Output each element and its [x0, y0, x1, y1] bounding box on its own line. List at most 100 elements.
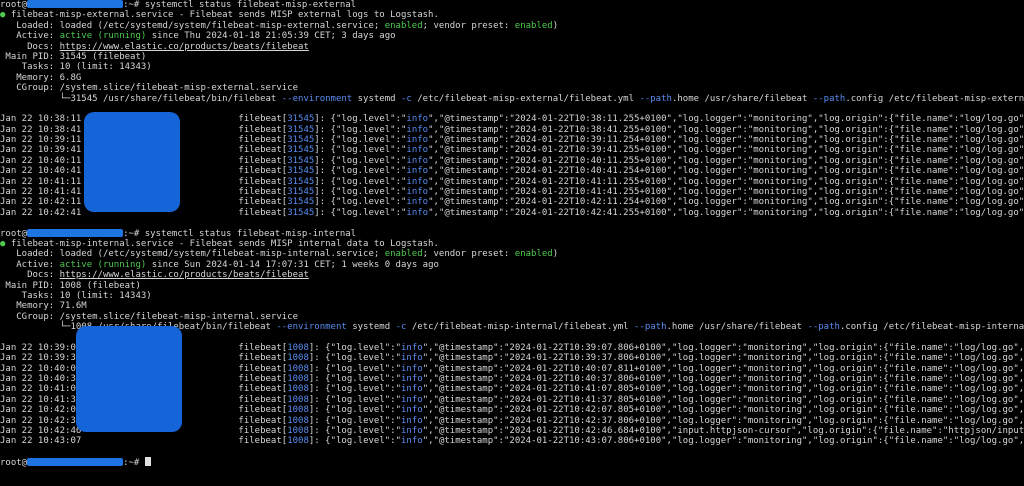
log-pid: 1008: [287, 342, 309, 353]
log-timestamp: 2024-01-22T10:38:41.255+0100: [514, 124, 667, 135]
log-time: Jan 22 10:40:07: [0, 363, 82, 374]
log-timestamp: 2024-01-22T10:40:07.811+0100: [509, 363, 662, 374]
log-rest: "log.logger":"monitoring","log.origin":{…: [677, 166, 1024, 177]
log-rest: "log.logger":"monitoring","log.origin":{…: [671, 374, 1024, 385]
log-timestamp: 2024-01-22T10:41:41.255+0100: [514, 187, 667, 198]
log-process: filebeat: [238, 394, 282, 405]
redacted-host-space: [81, 436, 238, 446]
log-key: ]: {"log.level":": [308, 374, 402, 385]
log-pid: 1008: [287, 426, 309, 437]
enabled-state: enabled: [384, 20, 423, 31]
prompt-user: root@: [0, 228, 28, 239]
log-pid: 1008: [287, 353, 309, 364]
docs-label: Docs:: [0, 41, 60, 52]
log-pid: 31545: [287, 166, 315, 177]
log-time: Jan 22 10:41:37: [0, 394, 82, 405]
log-time: Jan 22 10:39:11: [0, 135, 82, 146]
log-key: ","@timestamp":": [422, 415, 510, 426]
shell-prompt: root@ :~# systemctl status filebeat-misp-…: [0, 228, 1024, 239]
log-process: filebeat: [238, 124, 282, 135]
log-process: filebeat: [238, 415, 282, 426]
loaded-line: Loaded: loaded (/etc/systemd/system/file…: [0, 249, 1024, 259]
log-level-value: info: [406, 114, 429, 125]
cmd-arg: systemd: [346, 322, 396, 333]
active-since: since Sun 2024-01-14 17:07:31 CET; 1 wee…: [146, 259, 439, 270]
log-timestamp: 2024-01-22T10:40:11.255+0100: [514, 155, 667, 166]
log-key: ","@timestamp":": [422, 363, 510, 374]
log-timestamp: 2024-01-22T10:42:11.254+0100: [514, 197, 667, 208]
log-rest: "log.logger":"monitoring","log.origin":{…: [677, 187, 1024, 198]
log-pid: 1008: [287, 405, 309, 416]
cgroup: CGroup: /system.slice/filebeat-misp-inte…: [0, 311, 299, 322]
cmd-flag: --path: [634, 322, 667, 333]
log-rest: "log.logger":"monitoring","log.origin":{…: [677, 176, 1024, 187]
loaded-line: Loaded: loaded (/etc/systemd/system/file…: [0, 21, 1024, 31]
active-label: Active:: [0, 259, 60, 270]
log-timestamp: 2024-01-22T10:42:41.255+0100: [514, 207, 667, 218]
log-timestamp: 2024-01-22T10:41:07.805+0100: [509, 384, 662, 395]
cgroup: CGroup: /system.slice/filebeat-misp-exte…: [0, 83, 299, 94]
log-level-value: info: [401, 384, 423, 395]
log-pid: 31545: [287, 124, 315, 135]
log-rest: "log.logger":"monitoring","log.origin":{…: [671, 384, 1024, 395]
text-cursor[interactable]: [144, 457, 151, 467]
log-pid: 31545: [287, 197, 315, 208]
prompt-command: :~# systemctl status filebeat-misp-inter…: [123, 228, 357, 239]
log-rest: "log.logger":"monitoring","log.origin":{…: [677, 207, 1024, 218]
log-key: ]: {"log.level":": [314, 187, 407, 198]
active-line: Active: active (running) since Sun 2024-…: [0, 260, 1024, 270]
log-level-value: info: [406, 187, 429, 198]
log-time: Jan 22 10:40:11: [0, 155, 82, 166]
log-time: Jan 22 10:41:11: [0, 176, 82, 187]
log-level-value: info: [406, 135, 429, 146]
redaction-overlay: [76, 326, 182, 432]
log-key: ","@timestamp":": [422, 436, 510, 447]
log-pid: 31545: [287, 176, 315, 187]
log-process: filebeat: [238, 374, 282, 385]
log-time: Jan 22 10:39:07: [0, 342, 82, 353]
terminal-window[interactable]: root@ :~# systemctl status filebeat-misp-…: [0, 0, 1024, 486]
log-sep: ",: [661, 384, 672, 395]
mainpid-line: Main PID: 1008 (filebeat): [0, 281, 1024, 291]
log-rest: "log.logger":"monitoring","log.origin":{…: [671, 436, 1024, 447]
log-rest: "log.logger":"monitoring","log.origin":{…: [677, 155, 1024, 166]
log-key: ]: {"log.level":": [314, 145, 407, 156]
loaded-label: Loaded: loaded (/etc/systemd/system/file…: [0, 20, 385, 31]
vendor-preset-label: ; vendor preset:: [422, 249, 515, 260]
log-timestamp: 2024-01-22T10:40:41.254+0100: [514, 166, 667, 177]
cmd-flag: --environment: [281, 93, 353, 104]
log-key: ]: {"log.level":": [314, 114, 407, 125]
process-tree-line: └─31545 /usr/share/filebeat/bin/filebeat…: [0, 94, 1024, 104]
cmd-arg: systemd: [352, 93, 401, 104]
docs-label: Docs:: [0, 270, 60, 281]
log-rest: "log.logger":"monitoring","log.origin":{…: [677, 124, 1024, 135]
log-key: ","@timestamp":": [422, 394, 510, 405]
log-process: filebeat: [238, 353, 282, 364]
log-key: ","@timestamp":": [422, 384, 510, 395]
cmd-flag: --path: [812, 93, 846, 104]
log-process: filebeat: [238, 363, 282, 374]
log-process: filebeat: [238, 145, 282, 156]
log-pid: 1008: [287, 394, 309, 405]
log-key: ","@timestamp":": [428, 135, 515, 146]
log-timestamp: 2024-01-22T10:42:46.684+0100: [509, 426, 662, 437]
redaction-overlay: [84, 112, 180, 212]
log-time: Jan 22 10:41:07: [0, 384, 82, 395]
log-level-value: info: [401, 342, 423, 353]
log-time: Jan 22 10:38:41: [0, 124, 82, 135]
log-rest: "input.httpjson-cursor","log.origin":{"f…: [671, 426, 1024, 437]
log-key: ]: {"log.level":": [308, 384, 402, 395]
log-timestamp: 2024-01-22T10:38:11.255+0100: [514, 114, 667, 125]
log-level-value: info: [406, 207, 429, 218]
log-sep: ",: [666, 176, 678, 187]
log-key: ","@timestamp":": [428, 145, 515, 156]
log-time: Jan 22 10:42:41: [0, 207, 82, 218]
log-key: ","@timestamp":": [428, 155, 515, 166]
tasks-line: Tasks: 10 (limit: 14343): [0, 291, 1024, 301]
paren-close: ): [552, 249, 559, 260]
redacted-hostname: [27, 458, 124, 467]
unit-title-line: ● filebeat-misp-internal.service - Fileb…: [0, 239, 1024, 249]
log-level-value: info: [401, 353, 423, 364]
log-pid: 31545: [287, 135, 315, 146]
